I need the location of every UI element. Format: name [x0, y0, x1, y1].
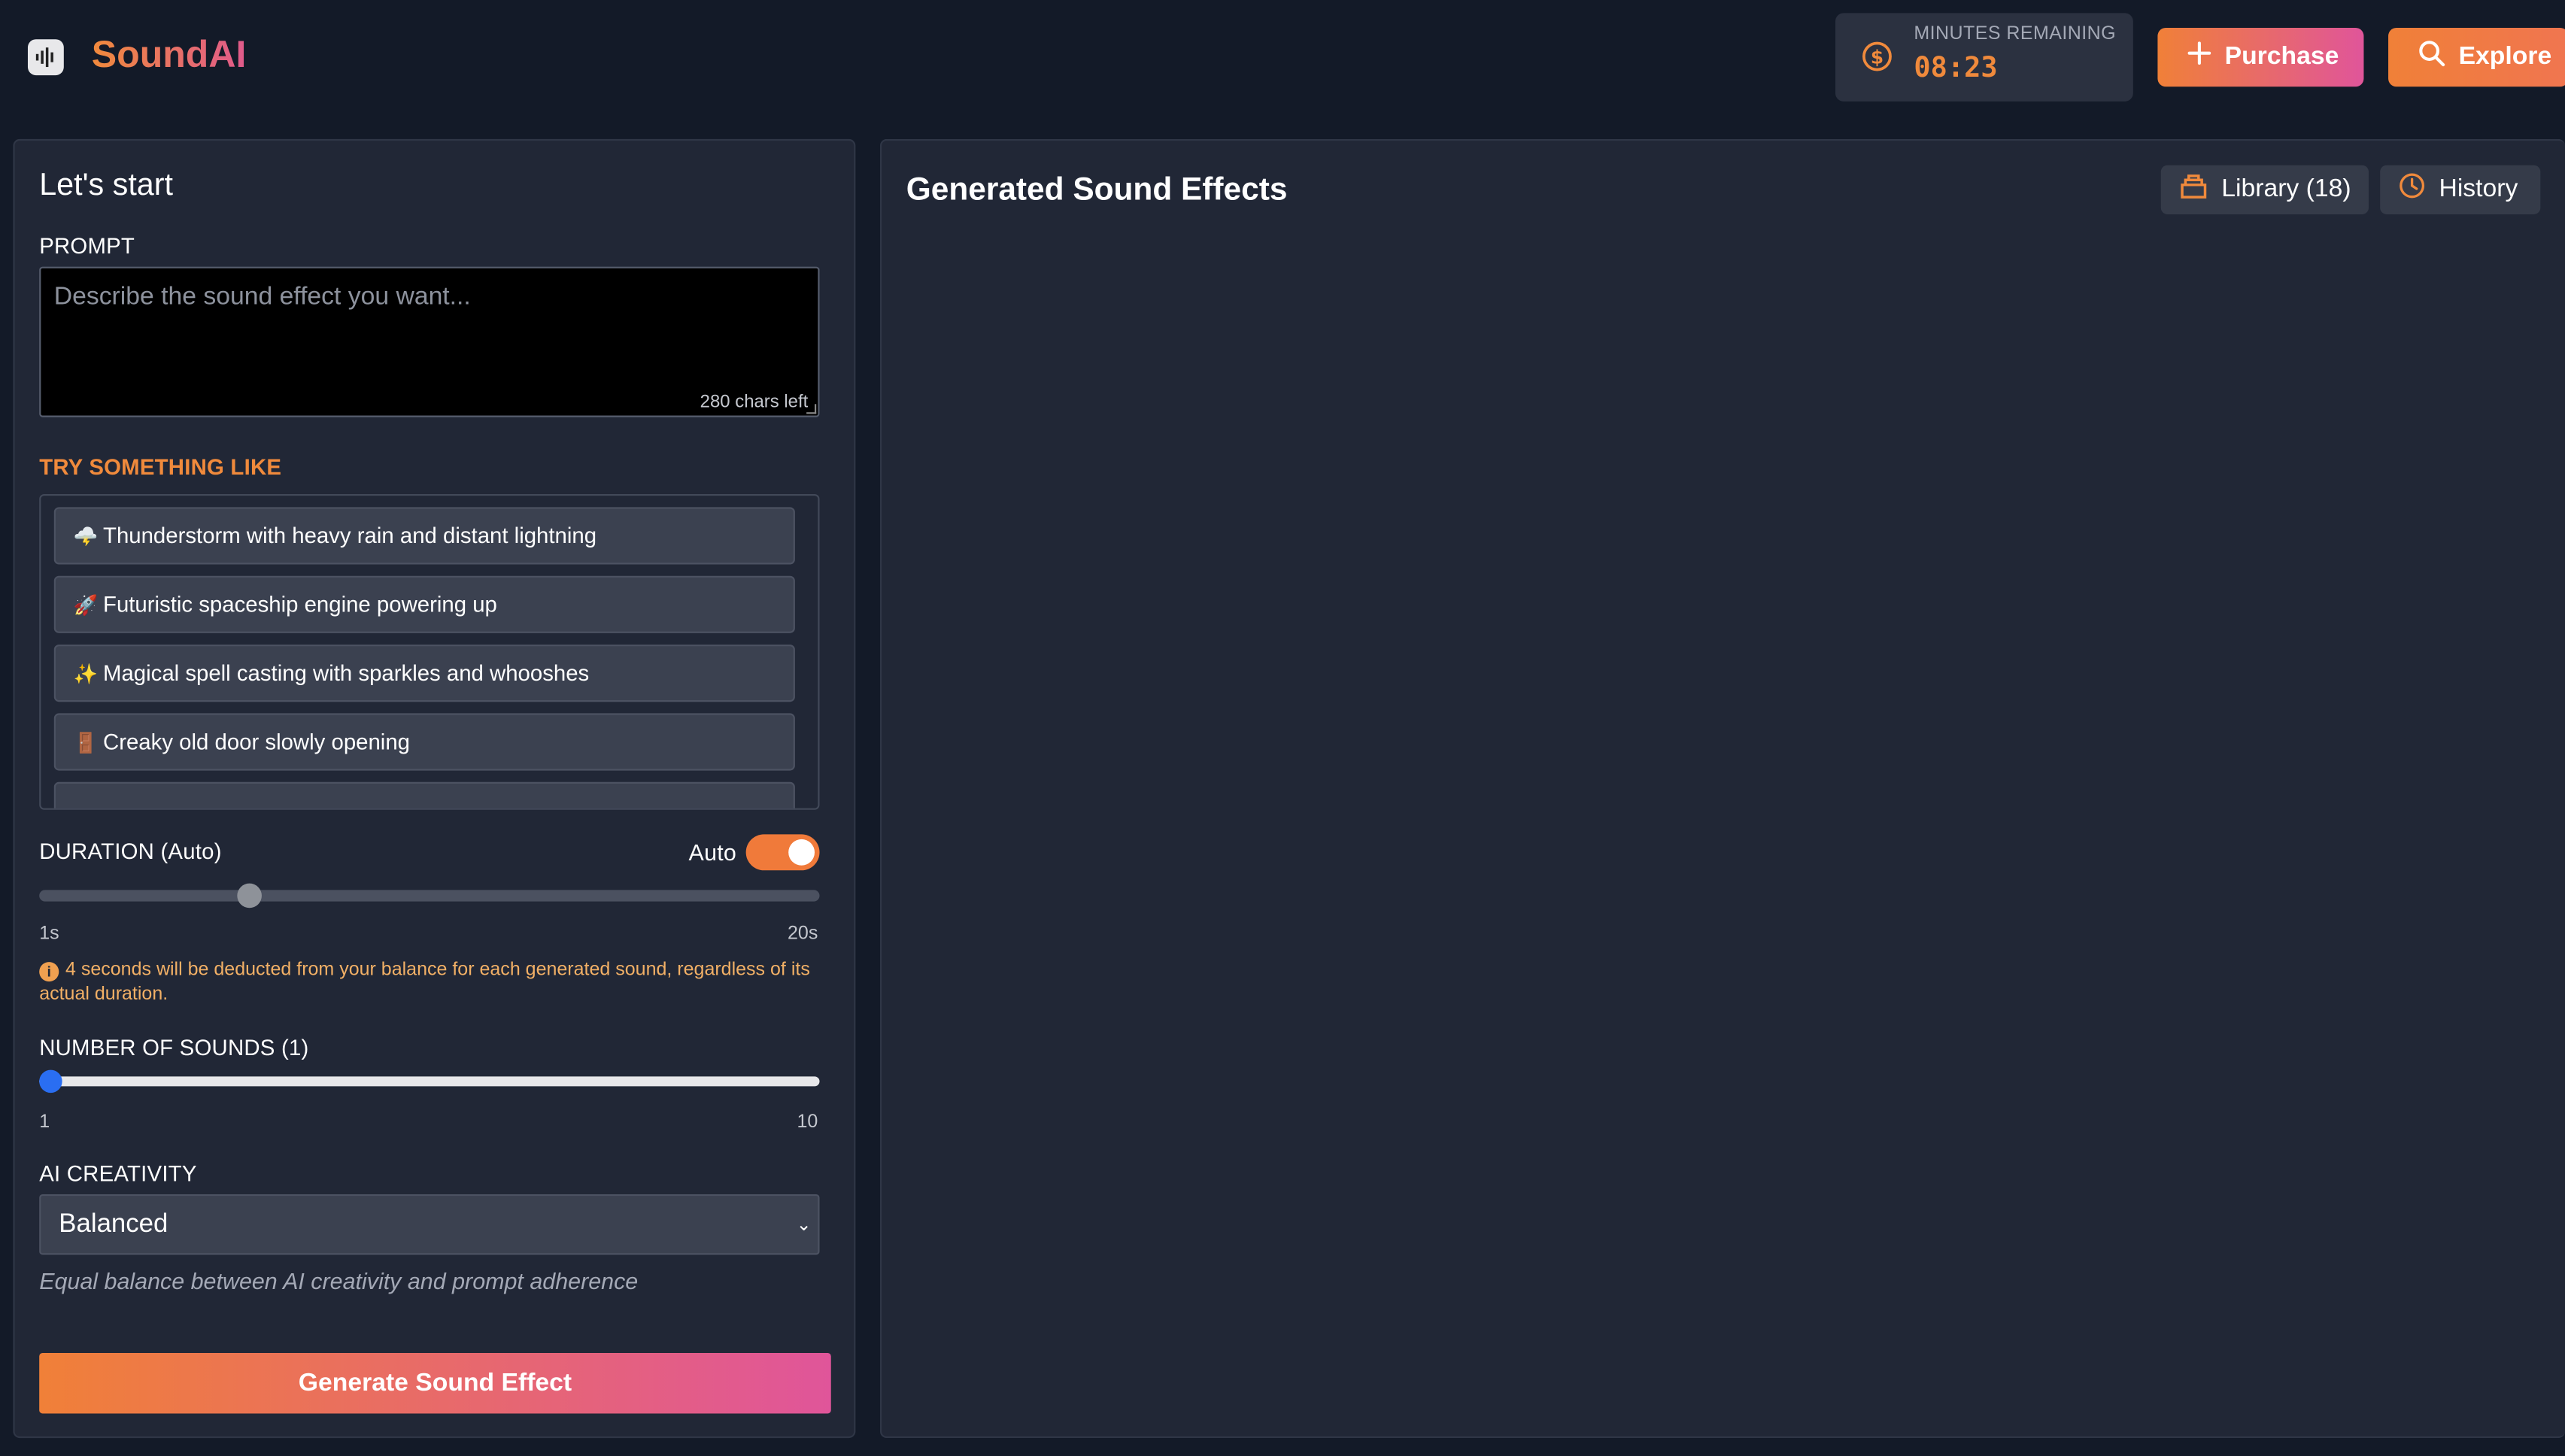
results-title: Generated Sound Effects — [906, 171, 1288, 208]
history-label: History — [2439, 174, 2518, 203]
waveform-icon — [27, 39, 64, 76]
suggestion-text: Futuristic spaceship engine powering up — [103, 592, 497, 617]
suggestion-spaceship[interactable]: 🚀 Futuristic spaceship engine powering u… — [53, 575, 795, 633]
prompt-label: PROMPT — [39, 234, 135, 259]
suggestions-list[interactable]: 🌩️ Thunderstorm with heavy rain and dist… — [39, 493, 820, 810]
suggestions-label: TRY SOMETHING LIKE — [39, 454, 282, 480]
suggestion-text: Thunderstorm with heavy rain and distant… — [103, 523, 597, 548]
panel-heading: Let's start — [39, 168, 174, 203]
minutes-remaining-card: $ MINUTES REMAINING 08:23 — [1835, 13, 2133, 102]
purchase-label: Purchase — [2224, 42, 2339, 71]
info-icon: i — [39, 962, 59, 982]
duration-max: 20s — [788, 924, 818, 945]
sounds-label: NUMBER OF SOUNDS (1) — [39, 1035, 309, 1060]
library-button[interactable]: Library (18) — [2160, 165, 2369, 214]
history-button[interactable]: History — [2380, 165, 2541, 214]
resize-handle[interactable] — [806, 404, 817, 414]
duration-slider-thumb[interactable] — [237, 883, 263, 908]
creativity-description: Equal balance between AI creativity and … — [39, 1267, 639, 1294]
explore-label: Explore — [2458, 42, 2552, 71]
plus-icon — [2187, 41, 2212, 74]
auto-label: Auto — [688, 839, 737, 866]
generator-panel: Let's start PROMPT Describe the sound ef… — [13, 138, 856, 1439]
creativity-select[interactable]: Balanced ⌄ — [39, 1194, 820, 1255]
results-panel: Generated Sound Effects Library (18) His… — [879, 138, 2565, 1439]
sparkles-icon: ✨ — [73, 661, 99, 685]
generate-button[interactable]: Generate Sound Effect — [39, 1352, 831, 1414]
prompt-placeholder: Describe the sound effect you want... — [53, 283, 471, 311]
sounds-slider-track[interactable] — [39, 1076, 820, 1087]
suggestion-text: Magical spell casting with sparkles and … — [103, 660, 590, 686]
app-root: SoundAI $ MINUTES REMAINING 08:23 Purcha… — [0, 0, 2565, 1456]
archive-icon — [2179, 172, 2208, 207]
duration-label: DURATION (Auto) — [39, 839, 222, 864]
explore-button[interactable]: Explore — [2388, 27, 2565, 87]
notice-text: 4 seconds will be deducted from your bal… — [39, 960, 810, 1005]
sounds-min: 1 — [39, 1112, 50, 1133]
duration-min: 1s — [39, 924, 59, 945]
library-label: Library (18) — [2221, 174, 2351, 203]
chars-left-counter: 280 chars left — [700, 393, 809, 413]
minutes-value: 08:23 — [1914, 52, 1998, 86]
svg-text:$: $ — [1871, 46, 1884, 68]
suggestion-thunderstorm[interactable]: 🌩️ Thunderstorm with heavy rain and dist… — [53, 507, 795, 565]
search-icon — [2418, 39, 2445, 75]
sounds-max: 10 — [797, 1112, 818, 1133]
minutes-label: MINUTES REMAINING — [1914, 24, 2117, 44]
cloud-lightning-icon: 🌩️ — [73, 524, 99, 548]
suggestion-text: Creaky old door slowly opening — [103, 730, 411, 754]
suggestion-creaky-door[interactable]: 🚪 Creaky old door slowly opening — [53, 713, 795, 771]
duration-slider-track[interactable] — [39, 890, 820, 902]
suggestion-magic-spell[interactable]: ✨ Magical spell casting with sparkles an… — [53, 645, 795, 702]
sounds-slider-thumb[interactable] — [39, 1069, 62, 1094]
purchase-button[interactable]: Purchase — [2157, 27, 2364, 87]
door-icon: 🚪 — [73, 730, 99, 754]
rocket-icon: 🚀 — [73, 593, 99, 617]
suggestion-partial[interactable] — [53, 781, 795, 808]
auto-duration-toggle[interactable] — [745, 834, 820, 871]
app-title: SoundAI — [92, 33, 247, 77]
dollar-coin-icon: $ — [1862, 41, 1893, 80]
toggle-knob — [788, 839, 815, 866]
clock-icon — [2398, 171, 2426, 208]
creativity-selected: Balanced — [59, 1209, 168, 1238]
creativity-label: AI CREATIVITY — [39, 1161, 197, 1187]
duration-notice: i4 seconds will be deducted from your ba… — [39, 959, 824, 1008]
prompt-textarea[interactable]: Describe the sound effect you want... 28… — [39, 266, 820, 417]
chevron-down-icon: ⌄ — [796, 1215, 812, 1236]
